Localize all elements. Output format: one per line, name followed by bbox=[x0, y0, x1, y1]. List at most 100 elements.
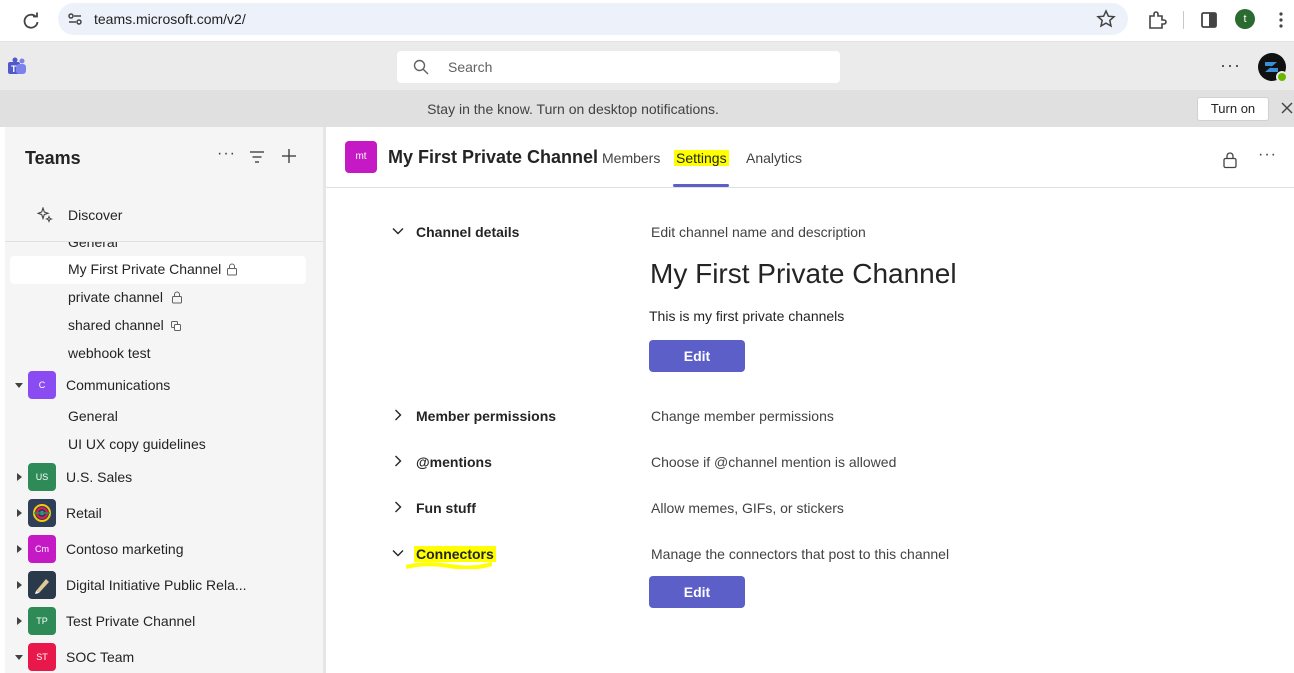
toolbar-divider bbox=[1183, 11, 1184, 29]
teams-list: General My First Private Channel private… bbox=[5, 242, 323, 673]
url-text[interactable]: teams.microsoft.com/v2/ bbox=[94, 11, 246, 27]
sidebar-team-retail[interactable]: Retail bbox=[5, 497, 323, 529]
connectors-highlighted-label: Connectors bbox=[414, 546, 496, 562]
side-panel-icon[interactable] bbox=[1198, 9, 1220, 31]
team-avatar: TP bbox=[28, 607, 56, 635]
channel-label: private channel bbox=[68, 289, 163, 305]
reload-icon[interactable] bbox=[20, 10, 42, 32]
browser-profile-avatar[interactable]: t bbox=[1235, 9, 1255, 29]
channel-more-icon[interactable]: ··· bbox=[1258, 146, 1277, 164]
chevron-down-icon[interactable] bbox=[391, 546, 405, 560]
chevron-right-icon[interactable] bbox=[391, 454, 405, 468]
search-placeholder: Search bbox=[448, 59, 493, 75]
sidebar-team-communications[interactable]: C Communications bbox=[5, 369, 323, 401]
chevron-down-icon[interactable] bbox=[391, 224, 405, 238]
caret-right-icon[interactable] bbox=[15, 545, 23, 553]
team-avatar: ST bbox=[28, 643, 56, 671]
member-permissions-title[interactable]: Member permissions bbox=[416, 408, 556, 424]
sidebar-channel-general[interactable]: General bbox=[5, 242, 323, 257]
sidebar-channel-ui-ux-copy-guidelines[interactable]: UI UX copy guidelines bbox=[5, 431, 323, 459]
turn-on-notifications-button[interactable]: Turn on bbox=[1197, 97, 1269, 121]
sidebar-team-soc-team[interactable]: ST SOC Team bbox=[5, 641, 323, 673]
add-icon[interactable] bbox=[280, 147, 298, 165]
team-label: U.S. Sales bbox=[66, 469, 133, 485]
member-permissions-description: Change member permissions bbox=[651, 408, 834, 424]
teams-header: T Search ··· bbox=[0, 42, 1294, 90]
lock-icon bbox=[172, 291, 182, 304]
caret-down-icon[interactable] bbox=[15, 381, 23, 389]
channel-label: shared channel bbox=[68, 317, 164, 333]
chevron-right-icon[interactable] bbox=[391, 408, 405, 422]
sidebar-channel-webhook-test[interactable]: webhook test bbox=[5, 340, 323, 368]
teams-logo-icon[interactable]: T bbox=[6, 57, 28, 77]
channel-details-title[interactable]: Channel details bbox=[416, 224, 519, 240]
sidebar-team-us-sales[interactable]: US U.S. Sales bbox=[5, 461, 323, 493]
globe-logo-icon bbox=[33, 504, 51, 522]
filter-icon[interactable] bbox=[249, 149, 265, 165]
channel-label: UI UX copy guidelines bbox=[68, 436, 206, 452]
channel-name-heading: My First Private Channel bbox=[650, 258, 957, 289]
discover-label: Discover bbox=[68, 207, 123, 223]
tab-analytics[interactable]: Analytics bbox=[746, 150, 802, 166]
notification-banner: Stay in the know. Turn on desktop notifi… bbox=[0, 90, 1294, 127]
connectors-title[interactable]: Connectors bbox=[414, 546, 496, 562]
team-avatar bbox=[28, 499, 56, 527]
highlight-underline bbox=[406, 562, 492, 569]
pen-logo-icon bbox=[35, 579, 49, 594]
search-icon bbox=[413, 59, 429, 75]
search-input[interactable]: Search bbox=[397, 51, 840, 83]
caret-right-icon[interactable] bbox=[15, 581, 23, 589]
team-label: Contoso marketing bbox=[66, 541, 184, 557]
sidebar-more-icon[interactable]: ··· bbox=[217, 145, 236, 163]
more-options-icon[interactable]: ··· bbox=[1220, 55, 1241, 76]
team-avatar: US bbox=[28, 463, 56, 491]
channel-description-text: This is my first private channels bbox=[649, 308, 845, 324]
fun-stuff-description: Allow memes, GIFs, or stickers bbox=[651, 500, 844, 516]
sidebar-channel-shared-channel[interactable]: shared channel bbox=[5, 312, 323, 340]
tab-settings[interactable]: Settings bbox=[674, 150, 729, 166]
team-label: Retail bbox=[66, 505, 102, 521]
sidebar-channel-my-first-private-channel[interactable]: My First Private Channel bbox=[10, 256, 306, 284]
extensions-icon[interactable] bbox=[1146, 9, 1168, 31]
fun-stuff-title[interactable]: Fun stuff bbox=[416, 500, 476, 516]
lock-icon[interactable] bbox=[1222, 151, 1238, 169]
chevron-right-icon[interactable] bbox=[391, 500, 405, 514]
tab-members[interactable]: Members bbox=[602, 150, 660, 166]
caret-right-icon[interactable] bbox=[15, 617, 23, 625]
team-label: Digital Initiative Public Rela... bbox=[66, 577, 247, 593]
sidebar-channel-private-channel[interactable]: private channel bbox=[5, 284, 323, 312]
user-avatar[interactable] bbox=[1258, 53, 1288, 83]
notification-text: Stay in the know. Turn on desktop notifi… bbox=[427, 101, 719, 117]
mentions-title[interactable]: @mentions bbox=[416, 454, 492, 470]
shared-icon bbox=[171, 321, 181, 331]
channel-label: General bbox=[68, 408, 118, 424]
channel-label: webhook test bbox=[68, 345, 151, 361]
mentions-description: Choose if @channel mention is allowed bbox=[651, 454, 897, 470]
bookmark-star-icon[interactable] bbox=[1096, 9, 1116, 29]
channel-details-description: Edit channel name and description bbox=[651, 224, 866, 240]
caret-right-icon[interactable] bbox=[15, 473, 23, 481]
edit-connectors-button[interactable]: Edit bbox=[649, 576, 745, 608]
sidebar-team-digital-initiative[interactable]: Digital Initiative Public Rela... bbox=[5, 569, 323, 601]
caret-right-icon[interactable] bbox=[15, 509, 23, 517]
close-icon[interactable] bbox=[1280, 101, 1294, 115]
site-settings-icon[interactable] bbox=[66, 10, 84, 28]
svg-text:T: T bbox=[11, 64, 17, 74]
channel-title: My First Private Channel bbox=[388, 147, 599, 167]
address-bar[interactable]: teams.microsoft.com/v2/ bbox=[58, 3, 1128, 35]
sidebar-team-test-private-channel[interactable]: TP Test Private Channel bbox=[5, 605, 323, 637]
team-label: Test Private Channel bbox=[66, 613, 196, 629]
teams-sidebar: Teams ··· Discover General My First Priv… bbox=[5, 127, 323, 673]
edit-channel-button[interactable]: Edit bbox=[649, 340, 745, 372]
channel-avatar: mt bbox=[345, 141, 377, 173]
presence-available-icon bbox=[1276, 71, 1288, 83]
browser-menu-icon[interactable] bbox=[1270, 9, 1292, 31]
lock-icon bbox=[227, 263, 237, 276]
team-avatar bbox=[28, 571, 56, 599]
team-avatar: C bbox=[28, 371, 56, 399]
sidebar-channel-general[interactable]: General bbox=[5, 403, 323, 431]
channel-label: General bbox=[68, 242, 118, 250]
sidebar-team-contoso-marketing[interactable]: Cm Contoso marketing bbox=[5, 533, 323, 565]
channel-header: mt My First Private Channel Members Sett… bbox=[326, 127, 1294, 188]
caret-down-icon[interactable] bbox=[15, 653, 23, 661]
